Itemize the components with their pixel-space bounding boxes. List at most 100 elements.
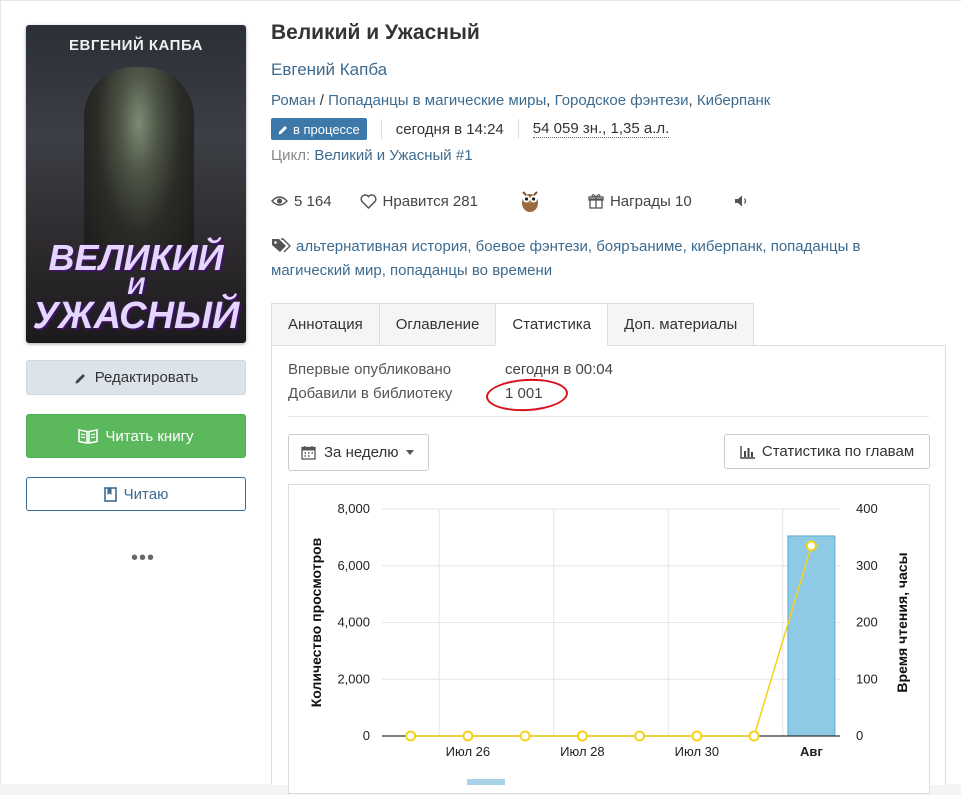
tab-extra-materials[interactable]: Доп. материалы xyxy=(607,303,755,346)
chart-point xyxy=(405,730,417,742)
tag-list: альтернативная история, боевое фэнтези, … xyxy=(271,238,861,279)
book-meta-row: в процессе сегодня в 14:24 54 059 зн., 1… xyxy=(271,118,670,140)
read-book-button[interactable]: Читать книгу xyxy=(26,414,246,458)
chart-point xyxy=(519,730,531,742)
more-options-icon[interactable]: ••• xyxy=(131,547,155,570)
edit-button[interactable]: Редактировать xyxy=(26,360,246,395)
y2-tick-label: 300 xyxy=(856,558,878,573)
genre-link[interactable]: Роман xyxy=(271,92,316,109)
library-label: Добавили в библиотеку xyxy=(288,385,453,402)
book-author-link[interactable]: Евгений Капба xyxy=(271,60,387,80)
book-title: Великий и Ужасный xyxy=(271,21,480,44)
y2-tick-label: 0 xyxy=(856,728,863,743)
bar-chart-icon xyxy=(740,445,755,459)
reading-label: Читаю xyxy=(123,485,169,503)
tab-annotation[interactable]: Аннотация xyxy=(271,303,380,346)
tag-link[interactable]: бояръаниме xyxy=(596,238,682,255)
tag-link[interactable]: боевое фэнтези xyxy=(476,238,588,255)
awards-label: Награды xyxy=(609,192,671,210)
tab-contents[interactable]: Оглавление xyxy=(378,303,497,346)
y-tick-label: 4,000 xyxy=(337,615,370,630)
bookmark-book-icon xyxy=(103,486,117,502)
cycle-link[interactable]: Великий и Ужасный #1 xyxy=(314,147,472,164)
chart-bar xyxy=(787,535,836,737)
chapter-stats-label: Статистика по главам xyxy=(761,443,915,460)
owl-stat[interactable] xyxy=(520,189,546,213)
y2-tick-label: 100 xyxy=(856,671,878,686)
cover-author: ЕВГЕНИЙ КАПБА xyxy=(68,37,204,54)
y2-tick-label: 200 xyxy=(856,615,878,630)
divider xyxy=(288,416,929,417)
status-text: в процессе xyxy=(293,121,360,137)
awards-stat[interactable]: Награды 10 xyxy=(588,193,692,210)
x-tick-label: Июл 30 xyxy=(675,744,719,759)
tag-link[interactable]: киберпанк xyxy=(691,238,762,255)
y-tick-label: 0 xyxy=(363,728,370,743)
book-page: ЕВГЕНИЙ КАПБА ВЕЛИКИЙ И УЖАСНЫЙ Редактир… xyxy=(0,0,961,794)
chart-point xyxy=(576,730,588,742)
pencil-icon xyxy=(75,373,85,383)
chevron-down-icon xyxy=(406,450,415,455)
first-published-label: Впервые опубликовано xyxy=(288,361,452,378)
x-tick-label: Авг xyxy=(800,744,823,759)
chart-point xyxy=(462,730,474,742)
audio-stat[interactable] xyxy=(734,194,756,208)
heart-icon xyxy=(360,193,377,209)
chart-line xyxy=(410,545,813,737)
read-book-label: Читать книгу xyxy=(105,427,194,445)
statistics-panel: Впервые опубликовано сегодня в 00:04 Доб… xyxy=(271,345,946,794)
period-label: За неделю xyxy=(324,444,399,461)
genre-link[interactable]: Киберпанк xyxy=(697,92,771,109)
book-cycle: Цикл: Великий и Ужасный #1 xyxy=(271,147,473,164)
open-book-icon xyxy=(78,429,99,444)
speaker-icon xyxy=(734,195,746,207)
edit-button-label: Редактировать xyxy=(94,369,199,386)
y2-tick-label: 400 xyxy=(856,501,878,516)
first-published-value: сегодня в 00:04 xyxy=(505,361,613,378)
update-time: сегодня в 14:24 xyxy=(395,120,504,138)
tag-link[interactable]: альтернативная история xyxy=(296,238,467,255)
pencil-icon xyxy=(278,125,287,134)
reading-shelf-button[interactable]: Читаю xyxy=(26,477,246,511)
divider xyxy=(517,119,519,139)
y2-axis-title: Время чтения, часы xyxy=(894,552,910,692)
y-tick-label: 8,000 xyxy=(337,501,370,516)
book-tabs: Аннотация Оглавление Статистика Доп. мат… xyxy=(271,303,755,346)
eye-icon xyxy=(271,196,288,206)
chart-point xyxy=(634,730,646,742)
genre-separator: / xyxy=(315,92,329,109)
genre-link[interactable]: Городское фэнтези xyxy=(555,92,689,109)
gift-icon xyxy=(588,194,604,209)
status-badge: в процессе xyxy=(271,118,367,140)
x-tick-label: Июл 28 xyxy=(560,744,604,759)
cover-title-line3: УЖАСНЫЙ xyxy=(32,295,240,337)
likes-stat[interactable]: Нравится 281 xyxy=(360,193,478,210)
chart-point xyxy=(691,730,703,742)
book-size[interactable]: 54 059 зн., 1,35 а.л. xyxy=(532,120,670,138)
chart-canvas: 0 0 2,000 100 4,000 200 6,000 300 8,000 400 Июл 26… xyxy=(308,501,910,759)
book-stats: 5 164 Нравится 281 Награды 10 xyxy=(271,190,756,212)
owl-icon xyxy=(521,191,538,212)
scroll-indicator xyxy=(467,779,505,785)
chart-point xyxy=(805,540,817,552)
cycle-label: Цикл: xyxy=(271,147,311,164)
genre-link[interactable]: Попаданцы в магические миры xyxy=(328,92,546,109)
y-axis-title: Количество просмотров xyxy=(308,537,324,707)
tab-statistics[interactable]: Статистика xyxy=(495,303,609,346)
statistics-chart: 0 0 2,000 100 4,000 200 6,000 300 8,000 400 Июл 26… xyxy=(288,484,930,794)
book-cover[interactable]: ЕВГЕНИЙ КАПБА ВЕЛИКИЙ И УЖАСНЫЙ xyxy=(26,25,246,343)
views-count: 5 164 xyxy=(294,192,332,210)
x-tick-label: Июл 26 xyxy=(446,744,490,759)
chapter-stats-button[interactable]: Статистика по главам xyxy=(724,434,930,469)
likes-count: 281 xyxy=(452,192,478,210)
period-dropdown[interactable]: За неделю xyxy=(288,434,429,471)
y-tick-label: 6,000 xyxy=(337,558,370,573)
highlight-circle xyxy=(485,376,569,414)
y-tick-label: 2,000 xyxy=(337,671,370,686)
tags-icon xyxy=(272,238,291,253)
views-stat: 5 164 xyxy=(271,193,332,210)
calendar-icon xyxy=(301,446,316,460)
tag-link[interactable]: попаданцы во времени xyxy=(390,262,552,279)
chart-point xyxy=(748,730,760,742)
divider xyxy=(380,119,382,139)
